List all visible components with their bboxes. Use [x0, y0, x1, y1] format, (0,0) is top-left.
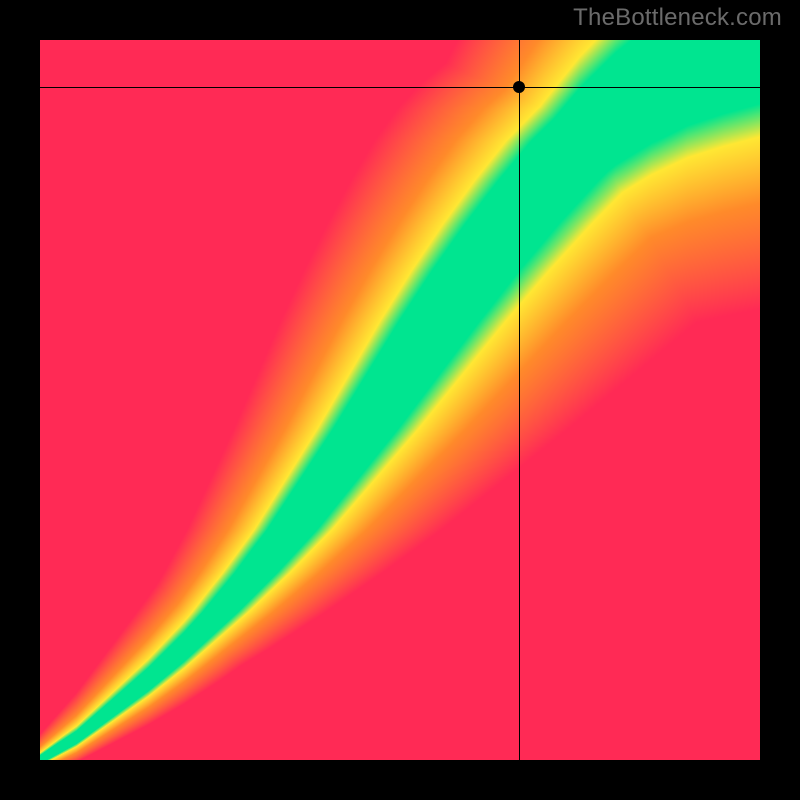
heatmap-canvas	[40, 40, 760, 760]
plot-area	[40, 40, 760, 760]
watermark: TheBottleneck.com	[573, 4, 782, 32]
crosshair-horizontal	[40, 87, 760, 88]
chart-frame: TheBottleneck.com	[0, 0, 800, 800]
crosshair-vertical	[519, 40, 520, 760]
crosshair-marker	[513, 81, 525, 93]
